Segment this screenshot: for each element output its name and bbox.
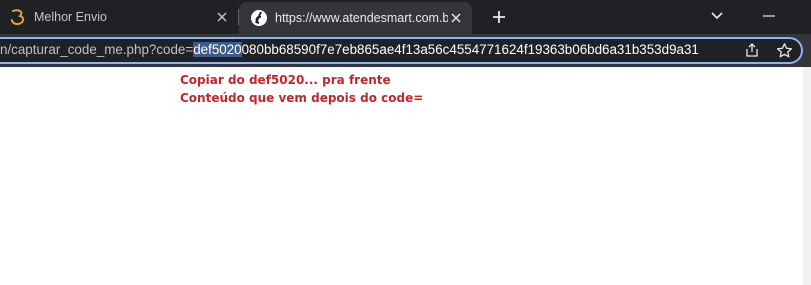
url-text[interactable]: n/capturar_code_me.php?code=def5020080bb… [0,40,733,60]
annotation-line-2: Conteúdo que vem depois do code= [180,91,424,105]
annotation-line-1: Copiar do def5020... pra frente [180,73,391,87]
close-icon[interactable] [448,10,464,26]
url-rest: 080bb68590f7e7eb865ae4f13a56c4554771624f… [241,42,699,57]
atendesmart-logo-icon [250,9,268,27]
share-icon[interactable] [743,41,761,59]
scrollbar[interactable] [803,67,811,285]
minimize-icon[interactable] [757,5,781,27]
tab-atendesmart[interactable]: https://www.atendesmart.com.b [239,2,472,34]
tab-title: Melhor Envio [34,10,107,24]
tab-strip: Melhor Envio https://www.atendesmart.com… [0,0,811,34]
tab-title: https://www.atendesmart.com.b [275,11,448,25]
url-prefix: n/capturar_code_me.php?code= [0,42,194,57]
bookmark-star-icon[interactable] [775,41,793,59]
close-icon[interactable] [214,9,230,25]
new-tab-button[interactable] [487,5,511,29]
tab-search-chevron-down-icon[interactable] [705,5,729,27]
tab-melhor-envio[interactable]: Melhor Envio [0,0,238,34]
url-selected-text: def5020 [193,42,242,57]
melhor-envio-logo-icon [9,8,27,26]
